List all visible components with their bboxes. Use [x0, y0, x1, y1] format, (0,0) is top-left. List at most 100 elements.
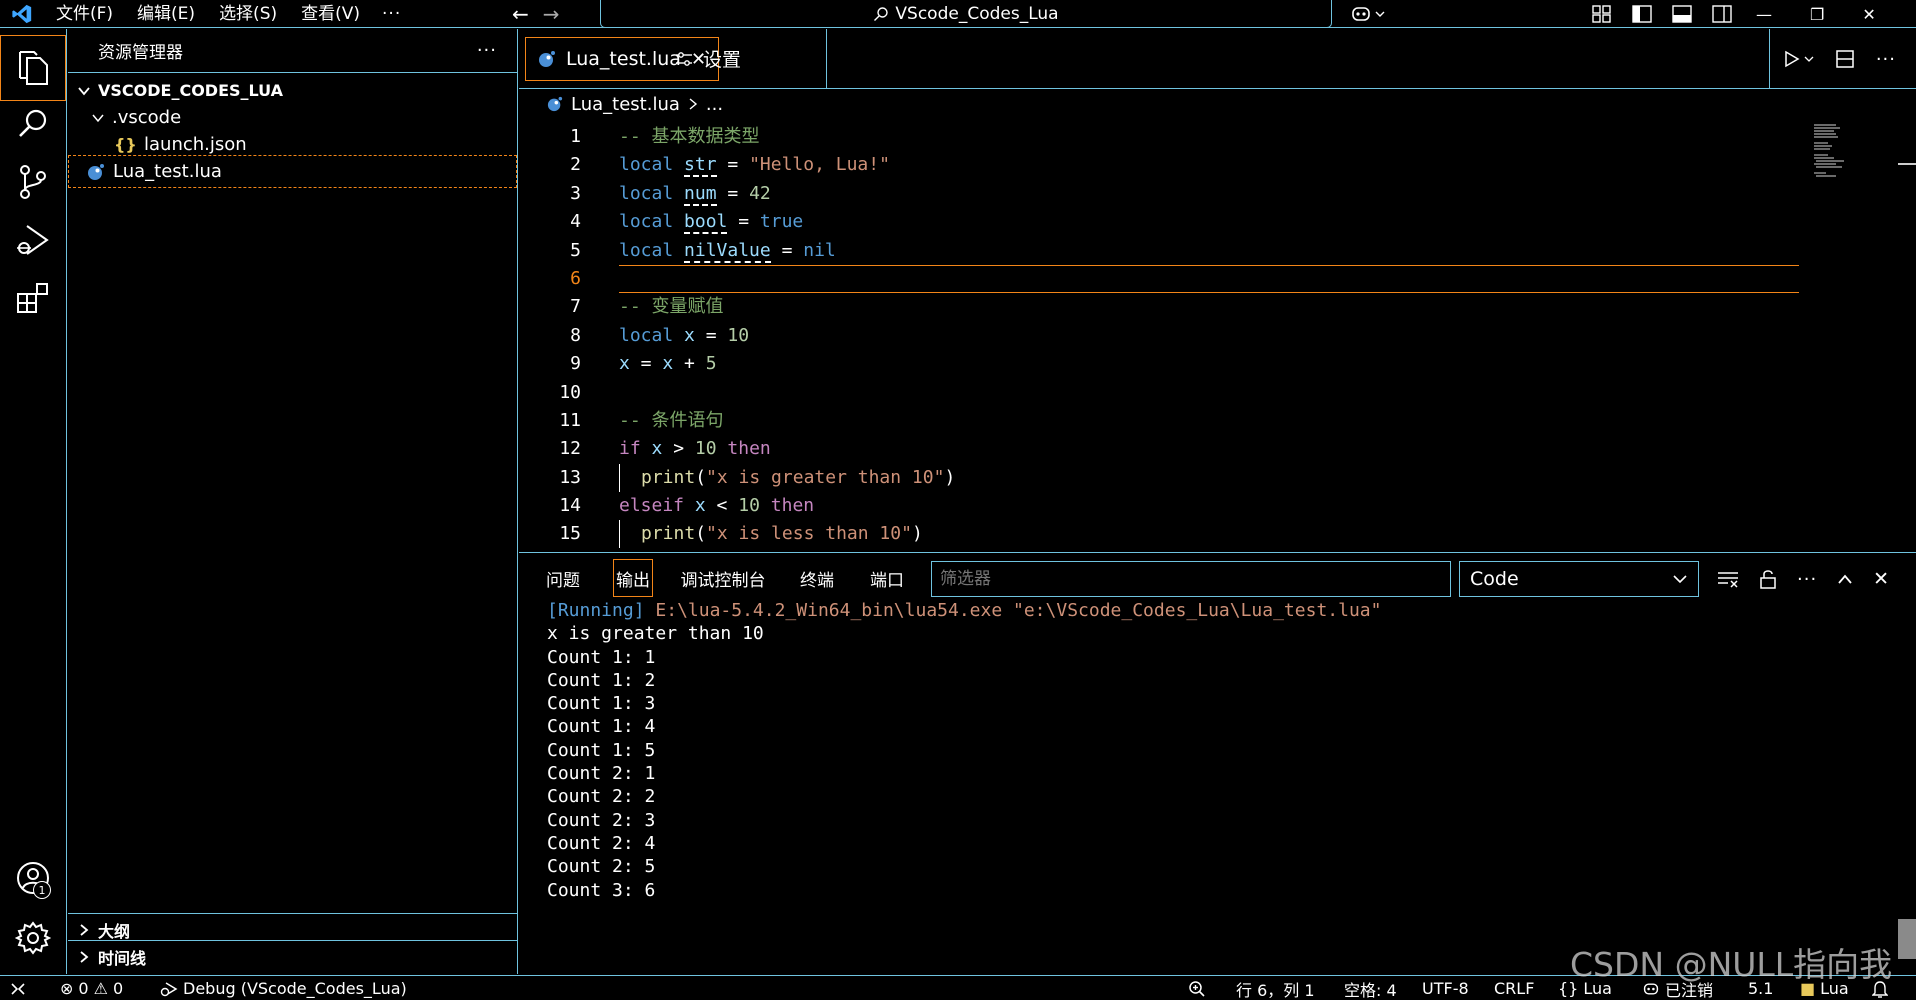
output-content[interactable]: [Running] E:\lua-5.4.2_Win64_bin\lua54.e… [547, 599, 1887, 902]
running-command: E:\lua-5.4.2_Win64_bin\lua54.exe "e:\VSc… [655, 600, 1382, 621]
tab-terminal[interactable]: 终端 [795, 559, 839, 597]
code-token: elseif [619, 495, 685, 517]
tab-ports[interactable]: 端口 [865, 559, 909, 597]
tab-debug-console[interactable]: 调试控制台 [673, 559, 773, 597]
minimap[interactable] [1806, 123, 1916, 551]
code-line[interactable]: print("x is less than 10") [619, 520, 1799, 549]
code-line[interactable]: local num = 42 [619, 180, 1799, 208]
code-line[interactable]: -- 条件语句 [619, 407, 1799, 435]
file-lua-test[interactable]: Lua_test.lua [68, 155, 517, 188]
code-line[interactable] [619, 379, 1799, 407]
code-token: x [662, 353, 674, 375]
file-launch-json-label: launch.json [144, 134, 247, 155]
explorer-more-button[interactable]: ··· [477, 40, 497, 61]
minimize-icon[interactable]: — [1756, 5, 1772, 24]
editor-more-icon[interactable]: ··· [1876, 49, 1896, 70]
code-token: = [716, 154, 750, 176]
code-token: = [694, 324, 728, 346]
clear-output-icon[interactable] [1717, 570, 1739, 588]
tab-settings[interactable]: 设置 [663, 29, 827, 88]
toggle-panel-icon[interactable] [1672, 5, 1692, 23]
output-line: Count 1: 4 [547, 716, 656, 738]
run-and-debug-icon[interactable] [0, 207, 66, 273]
code-line[interactable]: local bool = true [619, 208, 1799, 236]
toggle-sidebar-icon[interactable] [1632, 5, 1652, 23]
panel-more-icon[interactable]: ··· [1797, 569, 1817, 590]
output-line: Count 2: 5 [547, 856, 656, 878]
output-line: Count 1: 2 [547, 669, 656, 691]
restore-icon[interactable]: ❐ [1810, 5, 1824, 24]
accounts-icon[interactable]: 1 [0, 845, 66, 911]
code-token: print [641, 466, 696, 488]
code-token: + [673, 353, 706, 375]
menu-file[interactable]: 文件(F) [44, 0, 125, 28]
toggle-secondary-sidebar-icon[interactable] [1712, 5, 1732, 23]
error-icon: ⊗ [60, 979, 74, 998]
code-line[interactable]: elseif x < 10 then [619, 492, 1799, 520]
editor-scrollbar[interactable] [1898, 163, 1916, 165]
end-of-line[interactable]: CRLF [1494, 976, 1534, 1000]
code-area[interactable]: -- 基本数据类型 local str = "Hello, Lua!" local … [619, 123, 1799, 549]
code-line[interactable]: -- 变量赋值 [619, 293, 1799, 321]
encoding[interactable]: UTF-8 [1422, 976, 1469, 1000]
remote-indicator-icon[interactable] [10, 976, 26, 1000]
menu-more-button[interactable]: ··· [372, 0, 411, 28]
problems-indicator[interactable]: ⊗ 0 ⚠ 0 [60, 976, 123, 1000]
zoom-icon[interactable] [1188, 976, 1206, 1000]
debug-icon [160, 981, 178, 997]
output-line: Count 2: 1 [547, 763, 656, 785]
timeline-label: 时间线 [98, 949, 147, 968]
code-line[interactable]: x = x + 5 [619, 350, 1799, 378]
tab-problems[interactable]: 问题 [539, 559, 587, 597]
code-line[interactable]: print("x is greater than 10") [619, 463, 1799, 492]
code-line[interactable]: if x > 10 then [619, 435, 1799, 463]
code-token: "x is less than 10" [706, 523, 912, 545]
copilot-button[interactable] [1350, 0, 1386, 28]
search-icon[interactable] [0, 91, 66, 157]
code-line[interactable]: -- 基本数据类型 [619, 123, 1799, 151]
split-editor-icon[interactable] [1836, 50, 1854, 68]
line-number: 10 [559, 381, 581, 403]
code-line[interactable]: local str = "Hello, Lua!" [619, 151, 1799, 179]
code-token: local [619, 154, 674, 176]
source-control-icon[interactable] [0, 149, 66, 215]
watermark: CSDN @NULL指向我 [1570, 945, 1893, 984]
menu-view[interactable]: 查看(V) [289, 0, 372, 28]
output-filter-input[interactable] [931, 561, 1451, 597]
run-code-icon[interactable] [1784, 50, 1814, 68]
code-line[interactable]: local x = 10 [619, 322, 1799, 350]
timeline-section[interactable]: 时间线 [68, 940, 517, 973]
output-channel-select[interactable]: Code [1459, 561, 1699, 597]
file-lua-test-label: Lua_test.lua [113, 161, 222, 182]
close-panel-icon[interactable]: ✕ [1873, 568, 1889, 590]
output-running-line: [Running] E:\lua-5.4.2_Win64_bin\lua54.e… [547, 599, 1887, 622]
menu-edit[interactable]: 编辑(E) [125, 0, 207, 28]
customize-layout-icon[interactable] [1592, 5, 1612, 23]
code-token: 5 [705, 353, 717, 375]
breadcrumb-file[interactable]: Lua_test.lua [571, 94, 680, 115]
menu-selection[interactable]: 选择(S) [207, 0, 289, 28]
forward-arrow-icon[interactable]: → [543, 2, 560, 26]
code-line[interactable]: local nilValue = nil [619, 237, 1799, 265]
back-arrow-icon[interactable]: ← [512, 2, 529, 26]
code-token: = [629, 353, 663, 375]
tab-output[interactable]: 输出 [613, 559, 653, 597]
breadcrumb-rest[interactable]: ... [706, 94, 723, 115]
maximize-panel-icon[interactable] [1837, 573, 1853, 585]
window-controls: — ❐ ✕ [1756, 0, 1876, 28]
gear-icon[interactable] [0, 905, 66, 971]
command-center[interactable]: VScode_Codes_Lua [600, 0, 1332, 28]
code-token: str [684, 154, 717, 178]
code-line[interactable] [619, 264, 1799, 294]
error-count: 0 [78, 979, 89, 998]
indentation[interactable]: 空格: 4 [1344, 976, 1397, 1000]
cursor-position[interactable]: 行 6，列 1 [1236, 976, 1315, 1000]
debug-config-indicator[interactable]: Debug (VScode_Codes_Lua) [160, 976, 407, 1000]
code-token: local [619, 324, 674, 346]
panel-scrollbar[interactable] [1898, 919, 1916, 959]
lock-scroll-icon[interactable] [1759, 569, 1777, 589]
close-icon[interactable]: ✕ [1862, 5, 1875, 24]
extensions-icon[interactable] [0, 265, 66, 331]
